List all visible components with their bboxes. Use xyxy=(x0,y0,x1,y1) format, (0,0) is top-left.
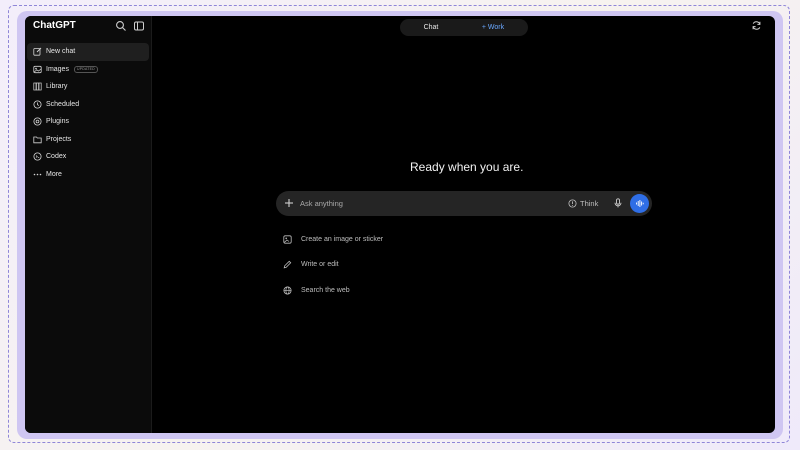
voice-wave-icon xyxy=(635,199,644,208)
sidebar-item-new-chat[interactable]: New chat xyxy=(27,43,149,61)
sidebar-item-projects[interactable]: Projects xyxy=(27,131,149,149)
sidebar-item-label: Images xyxy=(46,65,69,73)
clock-icon xyxy=(33,100,42,109)
sidebar: ChatGPT New chat Images UPDATED Library … xyxy=(25,16,152,433)
sidebar-item-label: Scheduled xyxy=(46,100,80,108)
suggestion-label: Create an image or sticker xyxy=(301,235,384,243)
ask-input[interactable] xyxy=(300,197,540,210)
tab-chat[interactable]: Chat xyxy=(400,24,462,31)
tab-work[interactable]: + Work xyxy=(462,24,524,31)
sidebar-item-label: Library xyxy=(46,83,68,91)
sidebar-item-label: Codex xyxy=(46,153,67,161)
sidebar-item-label: Plugins xyxy=(46,118,69,126)
composer: Think xyxy=(276,191,652,216)
sidebar-toggle-icon[interactable] xyxy=(133,20,145,32)
search-icon[interactable] xyxy=(115,20,127,32)
refresh-icon[interactable] xyxy=(751,20,762,31)
brand-title[interactable]: ChatGPT xyxy=(33,20,76,31)
page-title: Ready when you are. xyxy=(410,160,524,174)
suggestion-write-edit[interactable]: Write or edit xyxy=(283,259,383,271)
suggestion-create-image[interactable]: Create an image or sticker xyxy=(283,233,383,245)
edit-icon xyxy=(33,47,42,56)
globe-icon xyxy=(283,286,292,295)
think-icon xyxy=(568,199,577,208)
app-window: ChatGPT New chat Images UPDATED Library … xyxy=(25,16,775,433)
suggestion-list: Create an image or sticker Write or edit… xyxy=(283,233,383,310)
more-icon xyxy=(33,170,42,179)
image-sticker-icon xyxy=(283,234,292,244)
voice-mode-button[interactable] xyxy=(630,194,649,213)
pencil-icon xyxy=(283,260,292,269)
suggestion-search-web[interactable]: Search the web xyxy=(283,284,383,296)
sidebar-item-label: New chat xyxy=(46,48,76,56)
think-button[interactable]: Think xyxy=(568,197,598,210)
codex-icon xyxy=(33,152,42,161)
suggestion-label: Search the web xyxy=(301,286,350,294)
plus-icon[interactable] xyxy=(284,198,294,208)
mode-toggle: Chat + Work xyxy=(400,19,528,36)
sidebar-item-library[interactable]: Library xyxy=(27,78,149,96)
updated-badge: UPDATED xyxy=(73,65,98,73)
plugin-icon xyxy=(33,117,42,126)
sidebar-item-scheduled[interactable]: Scheduled xyxy=(27,96,149,114)
sidebar-item-label: More xyxy=(46,170,62,178)
suggestion-label: Write or edit xyxy=(301,261,339,268)
folder-icon xyxy=(33,135,42,144)
think-label: Think xyxy=(580,199,599,208)
sidebar-item-more[interactable]: More xyxy=(27,166,149,184)
sidebar-item-codex[interactable]: Codex xyxy=(27,148,149,166)
library-icon xyxy=(33,82,42,91)
sidebar-item-label: Projects xyxy=(46,135,72,143)
sidebar-item-images[interactable]: Images UPDATED xyxy=(27,61,149,79)
sidebar-item-plugins[interactable]: Plugins xyxy=(27,113,149,131)
sidebar-nav: New chat Images UPDATED Library Schedule… xyxy=(27,43,149,183)
microphone-icon[interactable] xyxy=(613,198,623,208)
image-icon xyxy=(33,65,42,74)
